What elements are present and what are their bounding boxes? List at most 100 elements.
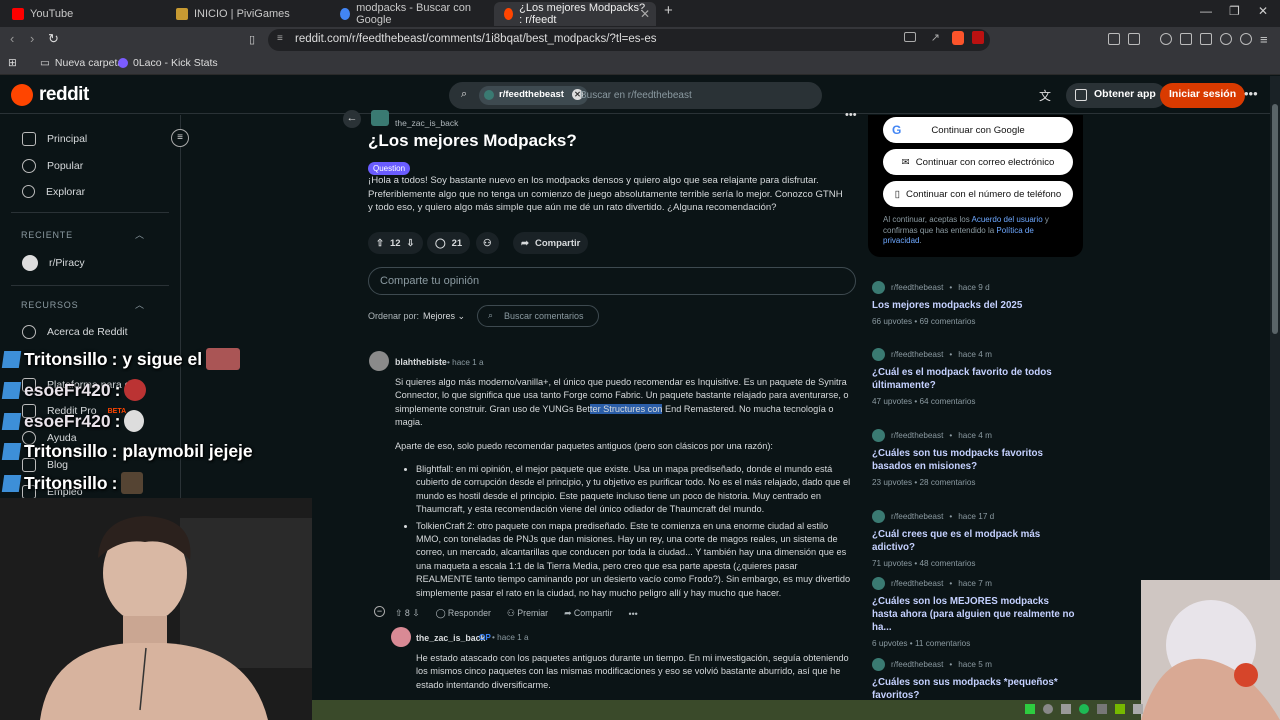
related-post-title[interactable]: ¿Cuál es el modpack favorito de todos úl… (872, 366, 1077, 392)
tray-icon[interactable] (1043, 704, 1053, 714)
subreddit-chip[interactable]: r/feedthebeast ✕ (479, 86, 588, 105)
login-button[interactable]: Iniciar sesión (1160, 83, 1246, 108)
sidebar-item-explore[interactable]: Explorar (22, 185, 85, 198)
upvote-icon[interactable]: ⇧ (376, 238, 384, 249)
brave-shield-icon[interactable] (952, 31, 964, 45)
sidebar-item-piracy[interactable]: r/Piracy (22, 255, 85, 271)
sidebar-item-popular[interactable]: Popular (22, 159, 83, 173)
author-avatar[interactable] (371, 110, 389, 126)
related-post-title[interactable]: ¿Cuál crees que es el modpack más adicti… (872, 528, 1077, 554)
related-post[interactable]: r/feedthebeast • hace 7 m ¿Cuáles son lo… (872, 577, 1077, 648)
tab-reddit[interactable]: ¿Los mejores Modpacks? : r/feedt ✕ (494, 2, 656, 26)
related-post[interactable]: r/feedthebeast • hace 9 d Los mejores mo… (872, 281, 1077, 326)
related-post-title[interactable]: Los mejores modpacks del 2025 (872, 299, 1077, 312)
share-icon[interactable]: ↗ (931, 31, 940, 44)
leo-icon[interactable] (1220, 33, 1232, 45)
forward-icon[interactable]: › (30, 31, 34, 46)
continue-google-button[interactable]: G Continuar con Google (883, 117, 1073, 143)
maximize-icon[interactable]: ❐ (1229, 4, 1240, 18)
music-icon[interactable] (1160, 33, 1172, 45)
sidebar-item-home[interactable]: Principal (22, 132, 87, 146)
tray-icon[interactable] (1025, 704, 1035, 714)
comments-button[interactable]: ◯ 21 (427, 232, 471, 254)
sub-name[interactable]: r/feedthebeast (891, 283, 943, 292)
collapse-sidebar-icon[interactable]: ≡ (171, 129, 189, 147)
scrollbar-thumb[interactable] (1272, 104, 1278, 334)
bookmark-kick-stats[interactable]: 0Laco - Kick Stats (118, 57, 218, 69)
award-button[interactable]: ⚇ Premiar (507, 608, 548, 619)
share-button[interactable]: ➦ Compartir (564, 608, 612, 619)
sub-name[interactable]: r/feedthebeast (891, 350, 943, 359)
sidebar-icon[interactable] (1180, 33, 1192, 45)
related-post[interactable]: r/feedthebeast • hace 17 d ¿Cuál crees q… (872, 510, 1077, 568)
sub-name[interactable]: r/feedthebeast (891, 660, 943, 669)
upvote-icon[interactable]: ⇧ (395, 608, 402, 618)
related-post[interactable]: r/feedthebeast • hace 4 m ¿Cuál es el mo… (872, 348, 1077, 406)
chat-message: : (114, 379, 121, 400)
related-post-title[interactable]: ¿Cuáles son tus modpacks favoritos basad… (872, 447, 1077, 473)
resources-section-header[interactable]: RECURSOS ︿ (21, 300, 144, 310)
share-button[interactable]: ➦ Compartir (513, 232, 589, 254)
reload-icon[interactable]: ↻ (48, 31, 59, 47)
continue-email-button[interactable]: ✉ Continuar con correo electrónico (883, 149, 1073, 175)
tray-icon[interactable] (1133, 704, 1143, 714)
related-post[interactable]: r/feedthebeast • hace 4 m ¿Cuáles son tu… (872, 429, 1077, 487)
legal-text: Al continuar, aceptas los Acuerdo del us… (883, 215, 1073, 247)
minimize-icon[interactable]: — (1200, 4, 1212, 18)
tab-google[interactable]: modpacks - Buscar con Google (330, 2, 495, 26)
get-app-button[interactable]: Obtener app (1066, 83, 1166, 108)
tab-youtube[interactable]: YouTube (2, 2, 167, 26)
post-options-icon[interactable]: ••• (845, 109, 857, 121)
user-agreement-link[interactable]: Acuerdo del usuario (972, 215, 1043, 224)
bookmark-icon[interactable]: ▯ (249, 33, 255, 46)
spotify-icon[interactable] (1079, 704, 1089, 714)
sub-name[interactable]: r/feedthebeast (891, 431, 943, 440)
new-tab-icon[interactable]: + (664, 2, 673, 19)
related-post-title[interactable]: ¿Cuáles son los MEJORES modpacks hasta a… (872, 595, 1077, 634)
back-icon[interactable]: ‹ (10, 31, 14, 46)
screenshot-icon[interactable] (1128, 33, 1140, 45)
comment-avatar[interactable] (369, 351, 389, 371)
translate-icon[interactable]: 文 (1039, 87, 1051, 104)
collapse-thread-icon[interactable]: − (374, 606, 385, 617)
cast-icon[interactable] (904, 32, 916, 42)
reply-author[interactable]: the_zac_is_back (416, 633, 485, 643)
more-options-icon[interactable]: ••• (1244, 86, 1258, 101)
extensions-icon[interactable] (1108, 33, 1120, 45)
related-post-title[interactable]: ¿Cuáles son sus modpacks *pequeños* favo… (872, 676, 1077, 702)
close-window-icon[interactable]: ✕ (1258, 4, 1268, 18)
menu-icon[interactable]: ≡ (1260, 32, 1268, 47)
comment-input[interactable]: Comparte tu opinión (368, 267, 856, 295)
sort-dropdown[interactable]: Mejores ⌄ (423, 311, 465, 322)
bookmark-folder[interactable]: ▭ Nueva carpeta (40, 57, 123, 69)
comment-author[interactable]: blahthebiste (395, 357, 447, 367)
reddit-logo[interactable]: reddit (11, 84, 89, 106)
more-options-icon[interactable]: ••• (629, 609, 638, 619)
sub-name[interactable]: r/feedthebeast (891, 579, 943, 588)
site-info-icon[interactable]: ≡ (277, 33, 283, 44)
sidebar-item-about[interactable]: Acerca de Reddit (22, 325, 128, 339)
tray-icon[interactable] (1097, 704, 1107, 714)
url-field[interactable]: ≡ reddit.com/r/feedthebeast/comments/1i8… (268, 29, 990, 51)
apps-icon[interactable]: ⊞ (8, 57, 17, 69)
continue-phone-button[interactable]: ▯ Continuar con el número de teléfono (883, 181, 1073, 207)
downvote-icon[interactable]: ⇩ (412, 608, 419, 618)
tab-pivigames[interactable]: INICIO | PiviGames (166, 2, 331, 26)
recent-section-header[interactable]: RECIENTE ︿ (21, 230, 144, 240)
close-tab-icon[interactable]: ✕ (640, 7, 650, 21)
vpn-icon[interactable] (1240, 33, 1252, 45)
reply-button[interactable]: ◯ Responder (436, 608, 491, 619)
back-arrow-icon[interactable]: ← (343, 110, 361, 128)
post-author[interactable]: the_zac_is_back (395, 118, 458, 128)
nvidia-icon[interactable] (1115, 704, 1125, 714)
wallet-icon[interactable] (1200, 33, 1212, 45)
sub-name[interactable]: r/feedthebeast (891, 512, 943, 521)
tray-icon[interactable] (1061, 704, 1071, 714)
search-comments-input[interactable]: ⌕ Buscar comentarios (477, 305, 599, 327)
award-button[interactable]: ⚇ (476, 232, 499, 254)
reply-avatar[interactable] (391, 627, 411, 647)
downvote-icon[interactable]: ⇩ (407, 238, 415, 249)
search-bar[interactable]: ⌕ r/feedthebeast ✕ Buscar en r/feedthebe… (449, 82, 822, 109)
brave-rewards-icon[interactable] (972, 31, 984, 44)
related-post[interactable]: r/feedthebeast • hace 5 m ¿Cuáles son su… (872, 658, 1077, 702)
